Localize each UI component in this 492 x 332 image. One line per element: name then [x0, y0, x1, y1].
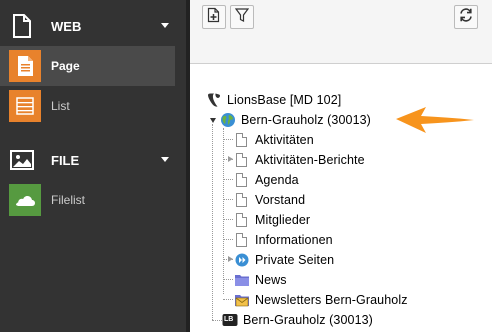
expand-icon[interactable]: [228, 156, 233, 162]
page-icon: [234, 172, 250, 188]
tree-node-page[interactable]: Informationen: [234, 230, 333, 250]
module-item-filelist[interactable]: Filelist: [0, 180, 175, 220]
tree-node-label: Agenda: [255, 173, 299, 187]
tree-node-root[interactable]: LionsBase [MD 102]: [206, 90, 341, 110]
private-pages-icon: [234, 252, 250, 268]
module-group-web[interactable]: WEB: [0, 6, 186, 46]
file-icon: [10, 14, 34, 38]
module-group-label: WEB: [51, 18, 82, 34]
filter-icon: [234, 7, 250, 28]
tree-connector: [212, 124, 213, 320]
tree-node-folder[interactable]: Newsletters Bern-Grauholz: [234, 290, 408, 310]
page-tree-toolbar: [190, 0, 492, 64]
tree-connector: [223, 219, 233, 220]
page-icon: [234, 132, 250, 148]
tree-node-label: LionsBase [MD 102]: [227, 93, 342, 107]
new-page-icon: [207, 7, 221, 28]
tree-connector: [223, 239, 233, 240]
tree-connector: [223, 179, 233, 180]
refresh-button[interactable]: [454, 5, 478, 29]
module-item-label: List: [51, 99, 70, 113]
newsletter-icon: [234, 292, 250, 308]
tree-node-site[interactable]: LB Bern-Grauholz (30013): [222, 310, 373, 330]
filelist-module-icon: [9, 184, 41, 216]
chevron-down-icon[interactable]: [161, 157, 169, 162]
tree-node-label: Bern-Grauholz (30013): [241, 113, 371, 127]
page-tree: LionsBase [MD 102] Bern-Grauholz (30013)…: [190, 64, 492, 332]
refresh-icon: [458, 7, 474, 28]
tree-node-label: Bern-Grauholz (30013): [243, 313, 373, 327]
new-page-button[interactable]: [202, 5, 226, 29]
folder-icon: [234, 272, 250, 288]
tree-node-page[interactable]: Aktivitäten-Berichte: [234, 150, 365, 170]
tree-connector: [223, 199, 233, 200]
expand-icon[interactable]: [228, 256, 233, 262]
module-group-label: FILE: [51, 152, 80, 168]
tree-connector: [212, 320, 222, 321]
tree-node-label: Newsletters Bern-Grauholz: [255, 293, 408, 307]
tree-node-page[interactable]: Mitglieder: [234, 210, 310, 230]
tree-connector: [223, 279, 233, 280]
globe-icon: [220, 112, 236, 128]
tree-node-page[interactable]: Agenda: [234, 170, 299, 190]
module-item-label: Page: [51, 59, 80, 73]
tree-node-label: Informationen: [255, 233, 333, 247]
collapse-icon[interactable]: [210, 118, 216, 123]
lb-badge-text: LB: [224, 316, 234, 323]
module-group-file[interactable]: FILE: [0, 140, 186, 180]
tree-node-folder[interactable]: News: [234, 270, 287, 290]
page-tree-panel: LionsBase [MD 102] Bern-Grauholz (30013)…: [190, 0, 492, 332]
page-icon: [234, 212, 250, 228]
tree-connector: [223, 128, 224, 294]
pointer-arrow-icon: [396, 107, 474, 133]
tree-node-label: Mitglieder: [255, 213, 311, 227]
typo3-icon: [206, 92, 222, 108]
tree-node-label: Aktivitäten-Berichte: [255, 153, 365, 167]
page-icon: [234, 232, 250, 248]
module-item-label: Filelist: [51, 193, 86, 207]
tree-node-site[interactable]: Bern-Grauholz (30013): [220, 110, 371, 130]
tree-node-label: News: [255, 273, 287, 287]
tree-node-page[interactable]: Private Seiten: [234, 250, 334, 270]
list-module-icon: [9, 90, 41, 122]
module-item-list[interactable]: List: [0, 86, 175, 126]
lb-icon: LB: [222, 312, 238, 328]
module-item-page[interactable]: Page: [0, 46, 175, 86]
page-module-icon: [9, 50, 41, 82]
page-icon: [234, 192, 250, 208]
page-icon: [234, 152, 250, 168]
tree-node-label: Aktivitäten: [255, 133, 314, 147]
tree-node-page[interactable]: Aktivitäten: [234, 130, 314, 150]
image-icon: [10, 148, 34, 172]
tree-node-label: Private Seiten: [255, 253, 335, 267]
filter-button[interactable]: [230, 5, 254, 29]
module-menu: WEB Page List FILE Filelist: [0, 0, 190, 332]
tree-connector: [223, 299, 233, 300]
chevron-down-icon[interactable]: [161, 23, 169, 28]
tree-node-page[interactable]: Vorstand: [234, 190, 305, 210]
tree-connector: [223, 139, 233, 140]
tree-node-label: Vorstand: [255, 193, 306, 207]
